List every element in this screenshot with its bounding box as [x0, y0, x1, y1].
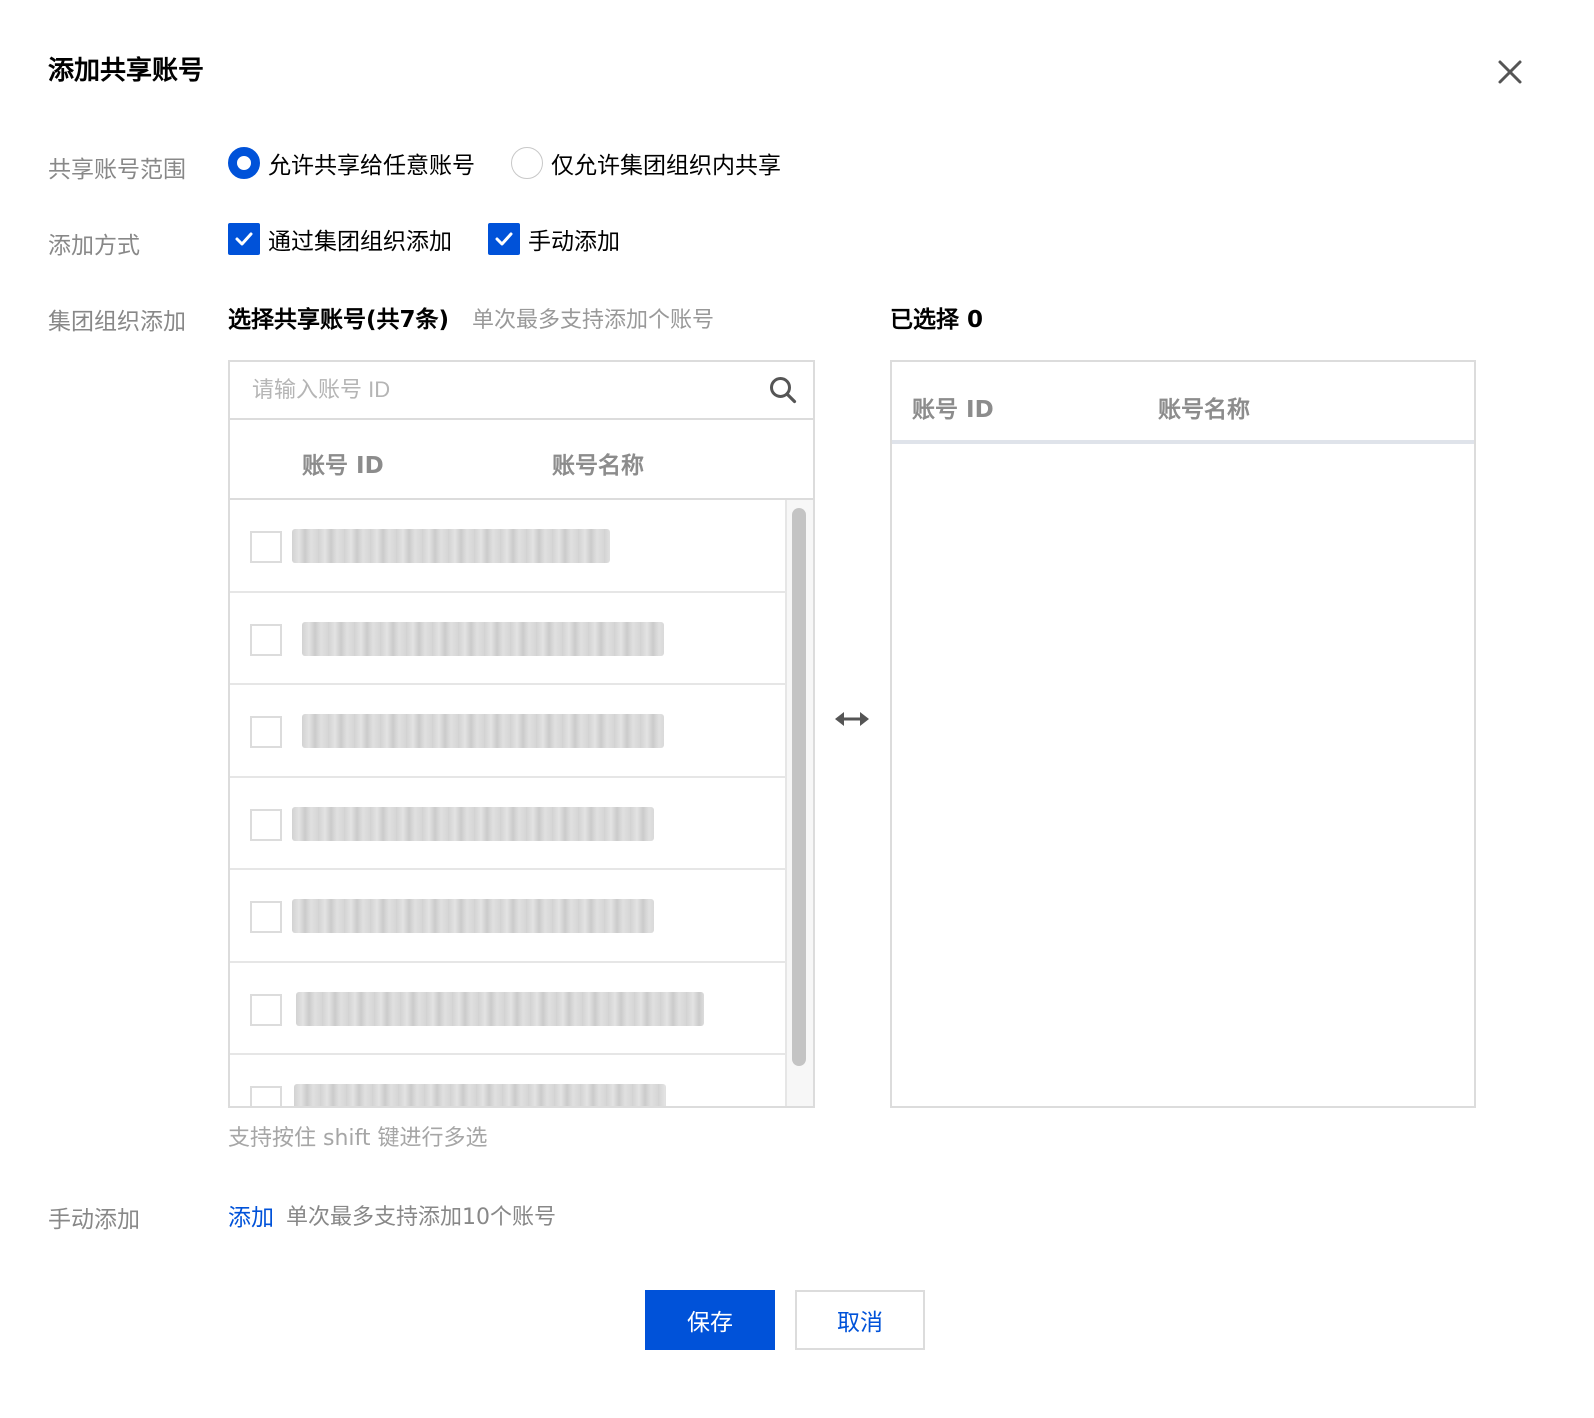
checkbox-label: 手动添加 — [528, 229, 620, 255]
org-add-label: 集团组织添加 — [48, 309, 186, 335]
column-header-account-id: 账号 ID — [302, 453, 384, 479]
checkbox-org-add[interactable]: 通过集团组织添加 — [228, 222, 452, 256]
checkbox-manual-add[interactable]: 手动添加 — [488, 222, 620, 256]
list-item[interactable] — [230, 685, 785, 778]
row-checkbox[interactable] — [250, 993, 282, 1026]
shift-select-hint: 支持按住 shift 键进行多选 — [228, 1126, 488, 1151]
target-panel: 账号 ID 账号名称 — [890, 360, 1476, 1108]
row-checkbox[interactable] — [250, 531, 282, 563]
checkbox-label: 通过集团组织添加 — [268, 229, 452, 255]
method-label: 添加方式 — [48, 233, 140, 259]
radio-org-only[interactable]: 仅允许集团组织内共享 — [511, 146, 781, 180]
checkbox-checked-icon — [228, 223, 260, 255]
redacted-account-info — [292, 806, 654, 841]
source-title: 选择共享账号(共7条) — [228, 307, 450, 333]
source-list — [230, 500, 813, 1106]
selected-count-title: 已选择 0 — [890, 307, 984, 333]
row-checkbox[interactable] — [250, 1086, 282, 1106]
redacted-account-info — [296, 991, 704, 1026]
redacted-account-info — [302, 714, 664, 748]
scope-label: 共享账号范围 — [48, 157, 186, 183]
scope-radio-group: 允许共享给任意账号 仅允许集团组织内共享 — [228, 146, 817, 180]
search-icon[interactable] — [768, 375, 798, 405]
manual-add-hint: 单次最多支持添加10个账号 — [286, 1205, 556, 1230]
list-item[interactable] — [230, 1055, 785, 1106]
radio-checked-icon — [228, 147, 260, 179]
target-table-header: 账号 ID 账号名称 — [892, 362, 1474, 444]
list-item[interactable] — [230, 500, 785, 593]
row-checkbox[interactable] — [250, 623, 282, 656]
list-item[interactable] — [230, 778, 785, 870]
radio-label: 允许共享给任意账号 — [268, 153, 475, 179]
redacted-account-info — [294, 1084, 666, 1106]
redacted-account-info — [292, 899, 654, 933]
manual-add-link[interactable]: 添加 — [228, 1198, 274, 1232]
source-table-header: 账号 ID 账号名称 — [230, 420, 813, 500]
redacted-account-info — [302, 621, 664, 656]
redacted-account-info — [292, 529, 610, 563]
transfer-arrows-icon — [835, 712, 869, 726]
scrollbar-thumb[interactable] — [792, 508, 806, 1066]
save-button[interactable]: 保存 — [645, 1290, 775, 1350]
method-checkbox-group: 通过集团组织添加 手动添加 — [228, 222, 656, 256]
row-checkbox[interactable] — [250, 808, 282, 841]
row-checkbox[interactable] — [250, 716, 282, 748]
search-input[interactable] — [230, 362, 813, 418]
list-item[interactable] — [230, 870, 785, 963]
column-header-account-name: 账号名称 — [552, 453, 644, 479]
radio-allow-any[interactable]: 允许共享给任意账号 — [228, 146, 475, 180]
list-item[interactable] — [230, 963, 785, 1055]
list-item[interactable] — [230, 593, 785, 685]
radio-unchecked-icon — [511, 147, 543, 179]
radio-label: 仅允许集团组织内共享 — [551, 153, 781, 179]
row-checkbox[interactable] — [250, 901, 282, 933]
source-panel: 账号 ID 账号名称 — [228, 360, 815, 1108]
column-header-account-id: 账号 ID — [912, 397, 994, 423]
cancel-button[interactable]: 取消 — [795, 1290, 925, 1350]
close-icon[interactable] — [1494, 56, 1526, 88]
column-header-account-name: 账号名称 — [1158, 397, 1250, 423]
manual-add-label: 手动添加 — [48, 1207, 140, 1233]
checkbox-checked-icon — [488, 223, 520, 255]
dialog-title: 添加共享账号 — [48, 56, 205, 86]
search-box — [230, 362, 813, 420]
source-hint: 单次最多支持添加个账号 — [472, 308, 715, 333]
